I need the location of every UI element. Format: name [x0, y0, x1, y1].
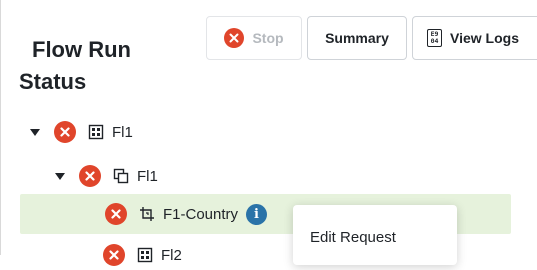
tree-node-label: Fl2	[161, 246, 182, 264]
view-logs-button-label: View Logs	[450, 30, 519, 46]
stop-icon	[224, 28, 245, 48]
tree-node-label: Fl1	[112, 123, 133, 141]
grid-icon	[88, 124, 104, 140]
summary-button[interactable]: Summary	[307, 16, 407, 60]
tree-node-label: F1-Country	[163, 205, 239, 223]
context-menu: Edit Request	[293, 205, 457, 265]
expand-caret-icon[interactable]	[30, 128, 40, 136]
error-icon	[79, 165, 101, 187]
panel-border	[0, 0, 1, 255]
tree-node-fl1-child[interactable]: Fl1	[55, 161, 158, 191]
page-title-line2: Status	[19, 69, 87, 94]
page-title: Flow Run	[32, 37, 131, 62]
copy-icon	[113, 168, 129, 184]
crop-icon	[140, 207, 154, 221]
stop-button[interactable]: Stop	[206, 16, 302, 60]
grid-icon	[137, 247, 153, 263]
tree-node-fl1[interactable]: Fl1	[30, 117, 133, 147]
tree-node-label: Fl1	[137, 167, 158, 185]
info-icon[interactable]: i	[246, 203, 268, 225]
error-icon	[103, 244, 125, 266]
error-icon	[105, 203, 127, 225]
view-logs-button[interactable]: E9 04 View Logs	[412, 16, 537, 60]
error-icon	[54, 121, 76, 143]
expand-caret-icon[interactable]	[55, 172, 65, 180]
stop-button-label: Stop	[252, 30, 284, 46]
summary-button-label: Summary	[325, 30, 389, 46]
context-menu-item-edit-request[interactable]: Edit Request	[310, 229, 396, 246]
tree-node-fl2[interactable]: Fl2	[103, 240, 182, 270]
log-file-icon: E9 04	[427, 29, 442, 47]
